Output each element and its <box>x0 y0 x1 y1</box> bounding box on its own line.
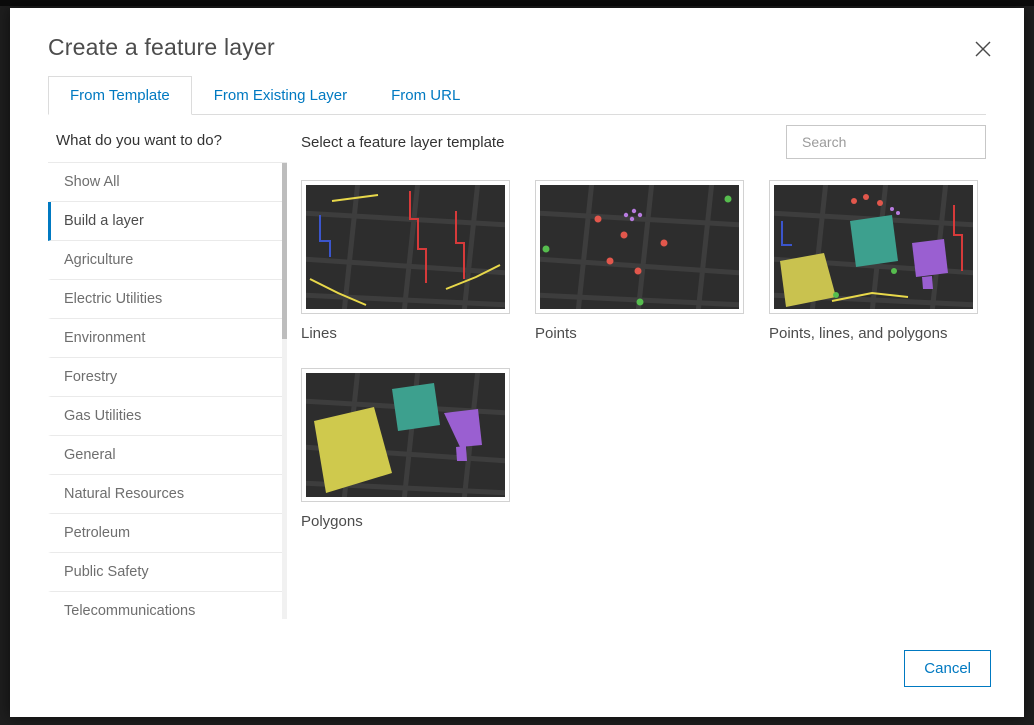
template-card-label: Points, lines, and polygons <box>769 325 948 342</box>
templates-heading: Select a feature layer template <box>301 133 505 151</box>
sidebar-item[interactable]: Public Safety <box>48 553 287 592</box>
category-panel: What do you want to do? Show All Build a… <box>48 115 287 619</box>
template-card-polygons[interactable]: Polygons <box>301 368 510 530</box>
tab-from-template[interactable]: From Template <box>48 76 192 115</box>
sidebar-item[interactable]: General <box>48 436 287 475</box>
template-panel-header: Select a feature layer template <box>301 125 986 159</box>
points-lines-polygons-thumbnail-icon <box>774 185 973 309</box>
sidebar-item[interactable]: Show All <box>48 163 287 202</box>
scrollbar-thumb[interactable] <box>282 163 287 339</box>
dialog-title: Create a feature layer <box>48 34 275 60</box>
polygons-thumbnail-icon <box>306 373 505 497</box>
template-thumbnail <box>535 180 744 314</box>
sidebar-item[interactable]: Natural Resources <box>48 475 287 514</box>
template-card-label: Polygons <box>301 513 363 530</box>
tab-bar: From Template From Existing Layer From U… <box>48 76 986 115</box>
template-thumbnail <box>769 180 978 314</box>
sidebar-item[interactable]: Build a layer <box>48 202 287 241</box>
sidebar-item[interactable]: Electric Utilities <box>48 280 287 319</box>
template-card-lines[interactable]: Lines <box>301 180 510 342</box>
sidebar-item[interactable]: Petroleum <box>48 514 287 553</box>
sidebar-item[interactable]: Gas Utilities <box>48 397 287 436</box>
template-card-points-lines-polygons[interactable]: Points, lines, and polygons <box>769 180 978 342</box>
sidebar-item[interactable]: Environment <box>48 319 287 358</box>
cancel-button[interactable]: Cancel <box>904 650 991 687</box>
sidebar-item[interactable]: Agriculture <box>48 241 287 280</box>
lines-thumbnail-icon <box>306 185 505 309</box>
search-input[interactable] <box>802 134 983 150</box>
sidebar-item[interactable]: Forestry <box>48 358 287 397</box>
template-grid: Lines Points Points, lines, and polygons… <box>301 180 986 530</box>
template-thumbnail <box>301 180 510 314</box>
window-top-strip <box>0 0 1034 6</box>
sidebar-item[interactable]: Telecommunications <box>48 592 287 619</box>
points-thumbnail-icon <box>540 185 739 309</box>
tab-from-url[interactable]: From URL <box>369 76 482 115</box>
category-list: Show All Build a layer Agriculture Elect… <box>48 162 287 619</box>
dialog-content: What do you want to do? Show All Build a… <box>48 115 986 619</box>
tab-from-existing-layer[interactable]: From Existing Layer <box>192 76 369 115</box>
sidebar-heading: What do you want to do? <box>56 132 222 149</box>
close-button[interactable] <box>972 38 994 60</box>
close-icon <box>975 41 991 57</box>
template-thumbnail <box>301 368 510 502</box>
template-card-label: Lines <box>301 325 337 342</box>
scrollbar[interactable] <box>282 163 287 619</box>
template-panel: Select a feature layer template Search L… <box>287 115 986 619</box>
create-feature-layer-dialog: Create a feature layer From Template Fro… <box>10 8 1024 717</box>
template-card-points[interactable]: Points <box>535 180 744 342</box>
template-card-label: Points <box>535 325 577 342</box>
search-box <box>786 125 986 159</box>
